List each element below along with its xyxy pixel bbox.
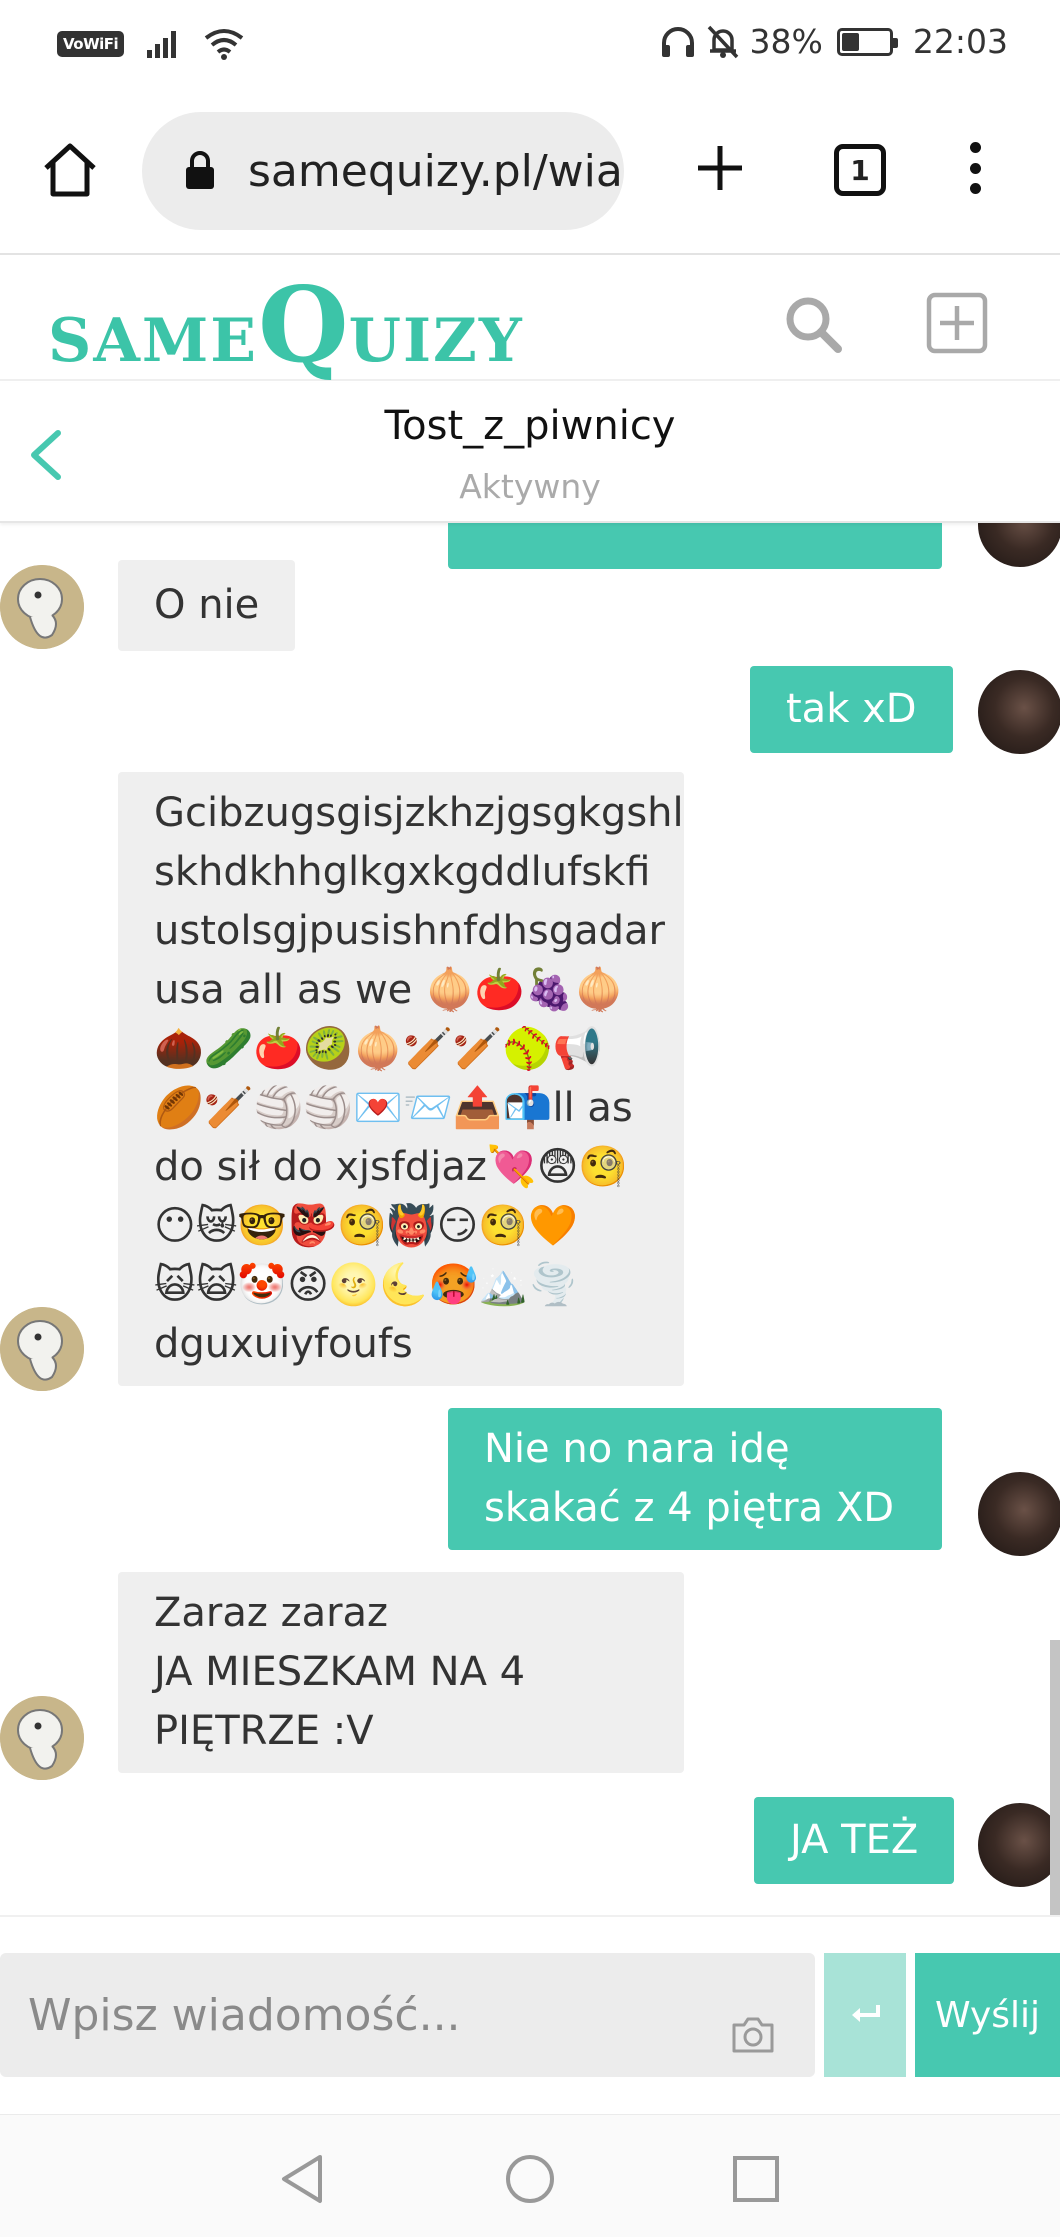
add-quiz-icon[interactable] [926,292,988,354]
browser-menu-icon[interactable] [960,138,990,198]
message-line: Nie no nara idę [484,1426,790,1472]
status-right: 38% 22:03 [660,22,1008,61]
message-bubble-outgoing: Nie no nara idę skakać z 4 piętra XD [448,1408,942,1550]
address-bar[interactable]: samequizy.pl/wia [142,112,624,230]
message-input[interactable] [28,1975,708,2055]
scrollbar[interactable] [1050,1640,1060,1915]
status-left: VoWiFi [57,28,244,60]
new-tab-icon[interactable] [690,138,750,198]
user-avatar [978,1472,1060,1556]
message-bubble-incoming: Gcibzugsgisjzkhzjgsgkgshl skhdkhhglkgxkg… [118,772,684,1386]
message-text: tak xD [786,686,917,732]
message-bubble-outgoing: tak xD [750,666,953,753]
url-text: samequizy.pl/wia [248,146,623,197]
partner-avatar [0,565,84,649]
home-icon[interactable] [40,140,100,200]
user-avatar [978,523,1060,567]
message-line: 😶😿🤓👺🧐👹😏🧐🧡 [154,1203,578,1249]
wifi-icon [204,29,244,60]
samequizy-logo[interactable]: SAME Q UIZY [48,263,524,386]
message-line: 🏉🏏🏐🏐💌📨📤📬ll as [154,1085,633,1131]
message-line: ustolsgjpusishnfdhsgadar [154,908,665,954]
home-circle-icon[interactable] [502,2151,558,2207]
message-line: PIĘTRZE :V [154,1708,374,1754]
message-line: do sił do xjsfdjaz💘😨🧐 [154,1144,629,1190]
message-bubble-outgoing: JA TEŻ [754,1797,955,1884]
user-avatar [978,1803,1060,1887]
search-icon[interactable] [782,293,844,355]
message-line: Zaraz zaraz [154,1590,389,1636]
message-input-wrapper [0,1953,815,2077]
partner-avatar [0,1307,84,1391]
message-bubble-incoming: O nie [118,560,296,651]
message-text: O nie [154,582,260,628]
signal-icon [147,31,177,58]
site-header: SAME Q UIZY [0,257,1060,386]
message-bubble-outgoing-partial [448,523,942,569]
camera-icon[interactable] [730,2015,776,2055]
recents-icon[interactable] [728,2151,784,2207]
enter-icon [852,2005,880,2022]
message-line: skakać z 4 piętra XD [484,1485,895,1531]
clock: 22:03 [912,22,1008,61]
message-line: 🙀🙀🤡😡🌝🌜🥵🏔️🌪️ [154,1262,578,1308]
status-bar: VoWiFi 38% 22:03 [0,0,1060,90]
chat-header: Tost_z_piwnicy Aktywny [0,383,1060,523]
tab-switcher-button[interactable]: 1 [834,144,886,196]
message-list[interactable]: O nie tak xD Gcibzugsgisjzkhzjgsgkgshl s… [0,523,1060,1915]
logo-text-q: Q [258,263,349,386]
message-line: 🌰🥒🍅🥝🧅🏏🏏🥎📢 [154,1026,603,1072]
tab-count: 1 [850,153,870,187]
battery-icon [836,27,898,56]
message-line: dguxuiyfoufs [154,1321,413,1367]
chat-partner-status: Aktywny [459,467,601,506]
lock-icon [186,151,214,189]
message-line: JA MIESZKAM NA 4 [154,1649,526,1695]
message-text: JA TEŻ [790,1817,919,1863]
message-line: usa all as we 🧅🍅🍇🧅 [154,967,625,1013]
system-nav-bar [0,2114,1060,2237]
message-line: skhdkhhglkgxkgddlufskfi [154,849,651,895]
headphones-icon [661,26,694,57]
user-avatar [978,670,1060,754]
message-line: Gcibzugsgisjzkhzjgsgkgshl [154,790,684,836]
vowifi-badge: VoWiFi [57,31,125,57]
browser-toolbar: samequizy.pl/wia 1 [0,90,1060,255]
logo-text-same: SAME [48,306,259,376]
enter-key-button[interactable] [824,1953,906,2077]
message-bubble-incoming: Zaraz zaraz JA MIESZKAM NA 4 PIĘTRZE :V [118,1572,684,1773]
send-button[interactable]: Wyślij [915,1953,1060,2077]
battery-fill [841,32,860,51]
chat-partner-name: Tost_z_piwnicy [384,403,676,449]
mute-bell-icon [707,25,738,58]
battery-percent: 38% [749,22,823,61]
partner-avatar [0,1696,84,1780]
back-icon[interactable] [274,2151,330,2207]
message-composer: Wyślij [0,1915,1060,2120]
logo-text-uizy: UIZY [348,306,524,376]
